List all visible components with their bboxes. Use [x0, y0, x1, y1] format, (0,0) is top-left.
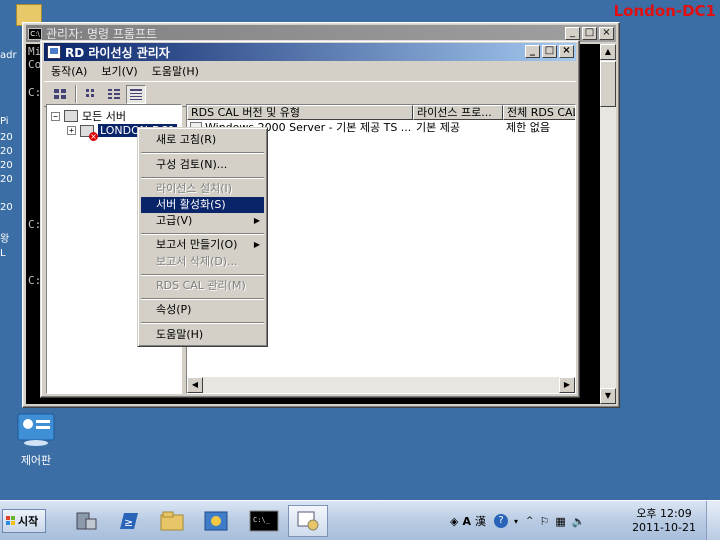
scroll-thumb[interactable] [600, 61, 616, 107]
control-panel-label: 제어판 [20, 454, 52, 467]
show-desktop-button[interactable] [706, 501, 720, 540]
cmd-app-icon: C:\ [28, 27, 42, 40]
desktop-side-text: L [0, 248, 6, 259]
menu-item-refresh[interactable]: 새로 고침(R) [141, 132, 264, 148]
cmd-close-button[interactable]: × [599, 27, 614, 40]
powershell-taskbar-icon[interactable]: ≥ [108, 505, 148, 537]
menu-item-manage-rds-cal: RDS CAL 관리(M) [156, 279, 246, 292]
rd-licensing-manager-window[interactable]: RD 라이선싱 관리자 _ □ × 동작(A) 보기(V) 도움말(H) − 모… [40, 40, 580, 398]
rd-licensing-app-icon [47, 45, 61, 59]
rd-close-button[interactable]: × [559, 45, 574, 58]
scroll-up-icon[interactable]: ▲ [600, 44, 616, 60]
cmd-vertical-scrollbar[interactable]: ▲ ▼ [600, 44, 616, 404]
details-view-icon[interactable] [126, 84, 146, 104]
ime-hanja[interactable]: 漢 [475, 513, 486, 529]
windows-logo-icon [6, 516, 16, 526]
svg-text:C:\_: C:\_ [253, 516, 271, 524]
table-cell: 기본 제공 [416, 121, 460, 134]
cmd-taskbar-icon[interactable]: C:\_ [244, 505, 284, 537]
desktop-side-text: 왕 [0, 234, 10, 245]
column-header-license-program[interactable]: 라이선스 프로... [413, 105, 503, 120]
server-error-icon [80, 124, 98, 141]
menu-bar: 동작(A) 보기(V) 도움말(H) [44, 62, 576, 80]
scroll-down-icon[interactable]: ▼ [600, 388, 616, 404]
cmd-minimize-button[interactable]: _ [565, 27, 580, 40]
column-header-total-cal[interactable]: 전체 RDS CAL [503, 105, 575, 120]
collapse-toggle[interactable]: − [51, 111, 60, 121]
menu-separator [141, 177, 264, 179]
volume-icon[interactable]: 🔈 [572, 515, 586, 528]
menu-separator [141, 322, 264, 324]
host-label: London-DC1 [613, 2, 716, 20]
desktop-side-text: 20 [0, 202, 13, 213]
menu-separator [141, 233, 264, 235]
tree-root-label: 모든 서버 [82, 110, 126, 123]
svg-text:≥: ≥ [124, 516, 133, 529]
menu-action[interactable]: 동작(A) [44, 63, 94, 79]
rd-minimize-button[interactable]: _ [525, 45, 540, 58]
menu-item-activate-server[interactable]: 서버 활성화(S) [141, 197, 264, 213]
submenu-arrow-icon: ▶ [253, 240, 260, 249]
language-bar-icon[interactable]: ◈ [450, 515, 458, 528]
desktop-side-text: Pi [0, 116, 9, 127]
start-label: 시작 [18, 515, 39, 528]
menu-item-review-configuration[interactable]: 구성 검토(N)... [141, 157, 264, 173]
server-manager-taskbar-icon[interactable] [66, 505, 106, 537]
menu-separator [141, 274, 264, 276]
menu-item-help[interactable]: 도움말(H) [141, 327, 264, 343]
clock-time: 오후 12:09 [636, 507, 692, 520]
tray-options-icon[interactable]: ▾ [514, 517, 518, 526]
explorer-taskbar-icon[interactable] [152, 505, 192, 537]
desktop-side-text: adr [0, 50, 17, 61]
system-tray: ◈ A 漢 ? ▾ ^ ⚐ ▦ 🔈 [450, 505, 586, 537]
tree-item-all-servers[interactable]: − 모든 서버 [51, 108, 126, 124]
desktop-side-text: 20 [0, 146, 13, 157]
desktop-side-text: 20 [0, 174, 13, 185]
menu-view[interactable]: 보기(V) [94, 63, 144, 79]
expand-toggle[interactable]: + [67, 126, 76, 135]
scroll-right-icon[interactable]: ▶ [559, 377, 575, 393]
clock[interactable]: 오후 12:09 2011-10-21 [632, 507, 696, 535]
rd-title-bar[interactable]: RD 라이선싱 관리자 _ □ × [44, 43, 576, 61]
menu-item-create-report[interactable]: 보고서 만들기(O) ▶ [141, 237, 264, 253]
list-header: RDS CAL 버전 및 유형 라이선스 프로... 전체 RDS CAL [187, 105, 575, 120]
start-button[interactable]: 시작 [2, 509, 46, 533]
small-icons-view-icon[interactable] [82, 85, 102, 104]
desktop-side-text: 20 [0, 132, 13, 143]
menu-separator [141, 298, 264, 300]
large-icons-view-icon[interactable] [50, 85, 70, 104]
cmd-maximize-button[interactable]: □ [582, 27, 597, 40]
menu-item-properties[interactable]: 속성(P) [141, 302, 264, 318]
show-hidden-icons-icon[interactable]: ^ [526, 516, 534, 526]
media-taskbar-icon[interactable] [196, 505, 236, 537]
rd-window-title: RD 라이선싱 관리자 [65, 45, 170, 60]
menu-item-delete-report: 보고서 삭제(D)... [156, 255, 238, 268]
menu-help[interactable]: 도움말(H) [145, 63, 206, 79]
help-icon[interactable]: ? [493, 514, 508, 528]
rd-maximize-button[interactable]: □ [542, 45, 557, 58]
menu-separator [141, 152, 264, 154]
control-panel-icon[interactable] [16, 412, 56, 448]
menu-item-install-licenses: 라이선스 설치(I) [156, 182, 233, 195]
ime-mode-a[interactable]: A [462, 515, 471, 528]
clock-date: 2011-10-21 [632, 521, 696, 534]
menu-item-label: 보고서 만들기(O) [156, 238, 238, 251]
list-horizontal-scrollbar[interactable]: ◀ ▶ [187, 377, 575, 393]
table-cell: 제한 없음 [506, 121, 550, 134]
server-group-icon [64, 110, 78, 122]
scroll-left-icon[interactable]: ◀ [187, 377, 203, 393]
flag-icon[interactable]: ⚐ [540, 515, 550, 528]
rd-licensing-taskbar-icon[interactable] [288, 505, 328, 537]
network-icon[interactable]: ▦ [555, 515, 565, 528]
taskbar: 시작 ≥ C:\_ ◈ A 漢 ? ▾ ^ ⚐ ▦ 🔈 오후 12:09 201… [0, 500, 720, 540]
menu-item-advanced[interactable]: 고급(V) ▶ [141, 213, 264, 229]
submenu-arrow-icon: ▶ [253, 216, 260, 225]
column-header-cal-version[interactable]: RDS CAL 버전 및 유형 [187, 105, 413, 120]
desktop-side-text: 20 [0, 160, 13, 171]
list-view-icon[interactable] [104, 85, 124, 104]
menu-item-label: 고급(V) [156, 214, 193, 227]
toolbar-separator [75, 85, 77, 103]
context-menu: 새로 고침(R) 구성 검토(N)... 라이선스 설치(I) 서버 활성화(S… [137, 127, 268, 347]
